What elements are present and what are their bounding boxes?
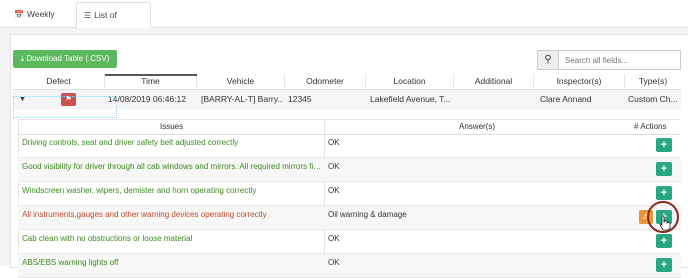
list-icon: ☰ <box>84 11 92 20</box>
add-action-button[interactable]: + <box>656 234 672 248</box>
plus-icon: + <box>660 235 668 247</box>
search-input[interactable] <box>559 50 681 70</box>
issue-text: Cab clean with no obstructions or loose … <box>22 234 193 243</box>
sort-indicator <box>105 74 197 76</box>
add-action-button[interactable]: + <box>656 186 672 200</box>
col-inspectors[interactable]: Inspector(s) <box>534 74 625 89</box>
row-odometer: 12345 <box>288 94 312 104</box>
defect-flag-icon[interactable]: ⚑ <box>61 93 76 106</box>
plus-icon: + <box>660 187 668 199</box>
answer-text: OK <box>328 138 340 147</box>
issue-text: Driving controls, seat and driver safety… <box>22 138 239 147</box>
row-location: Lakefield Avenue, T... <box>370 94 451 104</box>
issue-text: Windscreen washer, wipers, demister and … <box>22 186 257 195</box>
col-odometer[interactable]: Odometer <box>285 74 366 89</box>
issue-text: Good visibility for driver through all c… <box>22 162 322 171</box>
plus-icon: + <box>660 139 668 151</box>
download-icon: ⤓ <box>20 54 25 63</box>
row-type: Custom Ch... <box>628 94 678 104</box>
answer-text: OK <box>328 162 340 171</box>
download-csv-button[interactable]: ⤓ Download Table (.CSV) <box>13 50 117 68</box>
tab-weekly-view[interactable]: 📅Weekly View <box>7 2 72 44</box>
download-csv-label: Download Table (.CSV) <box>26 54 110 63</box>
add-action-button[interactable]: + <box>656 138 672 152</box>
col-location[interactable]: Location <box>366 74 454 89</box>
plus-icon: + <box>660 163 668 175</box>
answer-text: OK <box>328 186 340 195</box>
col-types[interactable]: Type(s) <box>625 74 681 89</box>
issue-text: All instruments,gauges and other warning… <box>22 210 267 219</box>
search-icon: ⚲ <box>544 54 552 65</box>
view-tabs: 📅Weekly View ☰List of checks <box>0 0 688 45</box>
expand-caret-icon[interactable]: ▼ <box>19 92 26 107</box>
subcol-answers: Answer(s) <box>459 122 496 131</box>
add-action-button[interactable]: + <box>656 258 672 272</box>
col-defect[interactable]: Defect <box>13 74 105 89</box>
answer-text: OK <box>328 234 340 243</box>
calendar-icon: 📅 <box>14 10 24 19</box>
row-vehicle: [BARRY-AL-T] Barry... <box>201 94 283 104</box>
add-action-button[interactable]: + <box>656 162 672 176</box>
search-button[interactable]: ⚲ <box>537 50 559 70</box>
row-time: 14/08/2019 06:46:12 <box>108 94 186 104</box>
answer-text: Oil warning & damage <box>328 210 407 219</box>
subcol-actions: # Actions <box>634 122 667 131</box>
col-time[interactable]: Time <box>105 74 197 89</box>
row-additional-comments <box>458 90 532 109</box>
hand-cursor-icon <box>659 215 671 231</box>
row-inspector: Clare Annand <box>540 94 592 104</box>
subcol-issues: Issues <box>160 122 184 131</box>
tab-list-of-checks[interactable]: ☰List of checks <box>76 2 151 45</box>
col-vehicle[interactable]: Vehicle <box>197 74 285 89</box>
col-additional-comments[interactable]: Additional Comments <box>454 74 534 101</box>
plus-icon: + <box>660 259 668 271</box>
